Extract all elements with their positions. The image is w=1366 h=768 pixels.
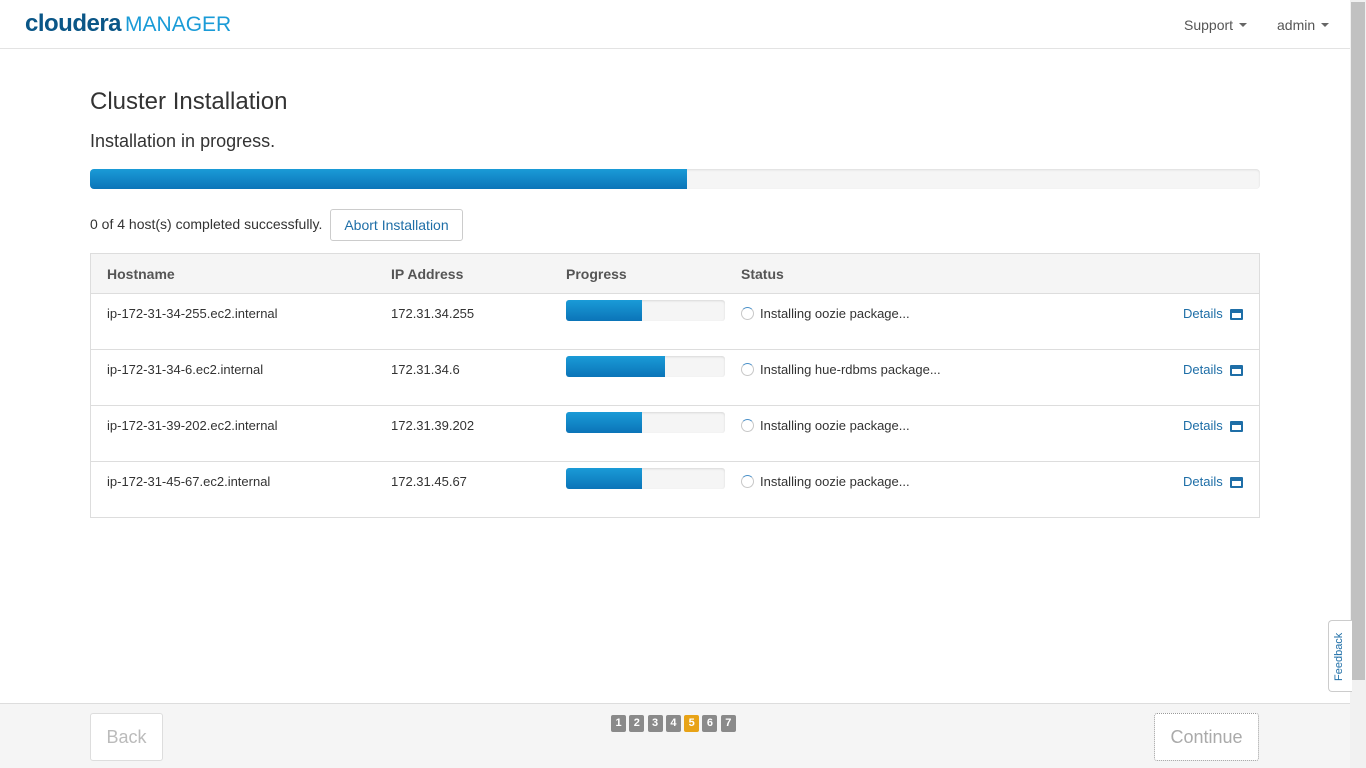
overall-progress-fill [90, 169, 687, 189]
details-label: Details [1183, 418, 1223, 433]
host-progress-fill [566, 356, 665, 377]
status-text: Installing hue-rdbms package... [760, 362, 941, 377]
wizard-footer: Back 1234567 Continue [0, 703, 1350, 768]
window-icon [1229, 421, 1243, 432]
caret-down-icon [1239, 23, 1248, 28]
wizard-step-1[interactable]: 1 [611, 715, 626, 732]
hostname-cell: ip-172-31-34-6.ec2.internal [107, 362, 264, 377]
scrollbar-thumb[interactable] [1351, 2, 1365, 680]
table-row: ip-172-31-39-202.ec2.internal 172.31.39.… [91, 406, 1259, 462]
window-icon [1229, 477, 1243, 488]
header-ip: IP Address [391, 266, 464, 282]
wizard-step-2[interactable]: 2 [629, 715, 645, 732]
host-progress-fill [566, 412, 643, 433]
support-menu[interactable]: Support [1184, 17, 1248, 33]
spinner-icon [741, 419, 754, 432]
feedback-tab[interactable]: Feedback [1328, 620, 1352, 692]
wizard-step-3[interactable]: 3 [647, 715, 663, 732]
support-label: Support [1184, 17, 1234, 33]
wizard-steps: 1234567 [611, 715, 739, 732]
user-menu[interactable]: admin [1277, 17, 1330, 33]
details-link[interactable]: Details [1183, 474, 1243, 489]
host-progress-bar [566, 300, 725, 321]
host-progress-bar [566, 468, 725, 489]
page-subtitle: Installation in progress. [90, 131, 276, 151]
header-hostname: Hostname [107, 266, 175, 282]
table-row: ip-172-31-45-67.ec2.internal 172.31.45.6… [91, 462, 1259, 518]
caret-down-icon [1321, 23, 1330, 28]
hostname-cell: ip-172-31-45-67.ec2.internal [107, 474, 271, 489]
status-text: Installing oozie package... [760, 306, 910, 321]
table-row: ip-172-31-34-6.ec2.internal 172.31.34.6 … [91, 350, 1259, 406]
host-summary: 0 of 4 host(s) completed successfully. [90, 216, 323, 232]
details-label: Details [1183, 474, 1223, 489]
header-progress: Progress [566, 266, 627, 282]
spinner-icon [741, 363, 754, 376]
brand-logo[interactable]: cloudera MANAGER [25, 10, 231, 39]
host-table: Hostname IP Address Progress Status ip-1… [90, 253, 1260, 518]
spinner-icon [741, 307, 754, 320]
top-navbar: cloudera MANAGER Support admin [0, 0, 1350, 49]
status-cell: Installing oozie package... [741, 418, 910, 433]
ip-cell: 172.31.34.6 [391, 362, 460, 377]
back-button[interactable]: Back [90, 713, 163, 761]
status-cell: Installing hue-rdbms package... [741, 362, 941, 377]
wizard-step-5[interactable]: 5 [684, 715, 700, 732]
details-label: Details [1183, 306, 1223, 321]
overall-progress-bar [90, 169, 1260, 189]
window-icon [1229, 365, 1243, 376]
continue-button[interactable]: Continue [1154, 713, 1259, 761]
brand-name: cloudera [25, 10, 122, 37]
user-label: admin [1277, 17, 1316, 33]
spinner-icon [741, 475, 754, 488]
wizard-step-6[interactable]: 6 [702, 715, 718, 732]
table-header: Hostname IP Address Progress Status [91, 254, 1259, 294]
host-progress-fill [566, 300, 643, 321]
hostname-cell: ip-172-31-34-255.ec2.internal [107, 306, 278, 321]
host-progress-bar [566, 356, 725, 377]
ip-cell: 172.31.45.67 [391, 474, 467, 489]
window-icon [1229, 309, 1243, 320]
table-row: ip-172-31-34-255.ec2.internal 172.31.34.… [91, 294, 1259, 350]
ip-cell: 172.31.39.202 [391, 418, 475, 433]
details-link[interactable]: Details [1183, 362, 1243, 377]
details-link[interactable]: Details [1183, 418, 1243, 433]
page-title: Cluster Installation [90, 88, 288, 115]
status-text: Installing oozie package... [760, 418, 910, 433]
wizard-step-7[interactable]: 7 [720, 715, 736, 732]
feedback-label: Feedback [1333, 632, 1345, 681]
details-link[interactable]: Details [1183, 306, 1243, 321]
brand-product: MANAGER [125, 13, 232, 36]
host-progress-fill [566, 468, 643, 489]
wizard-step-4[interactable]: 4 [665, 715, 681, 732]
abort-installation-button[interactable]: Abort Installation [330, 209, 463, 241]
status-text: Installing oozie package... [760, 474, 910, 489]
details-label: Details [1183, 362, 1223, 377]
hostname-cell: ip-172-31-39-202.ec2.internal [107, 418, 278, 433]
ip-cell: 172.31.34.255 [391, 306, 475, 321]
header-status: Status [741, 266, 784, 282]
status-cell: Installing oozie package... [741, 474, 910, 489]
status-cell: Installing oozie package... [741, 306, 910, 321]
host-progress-bar [566, 412, 725, 433]
